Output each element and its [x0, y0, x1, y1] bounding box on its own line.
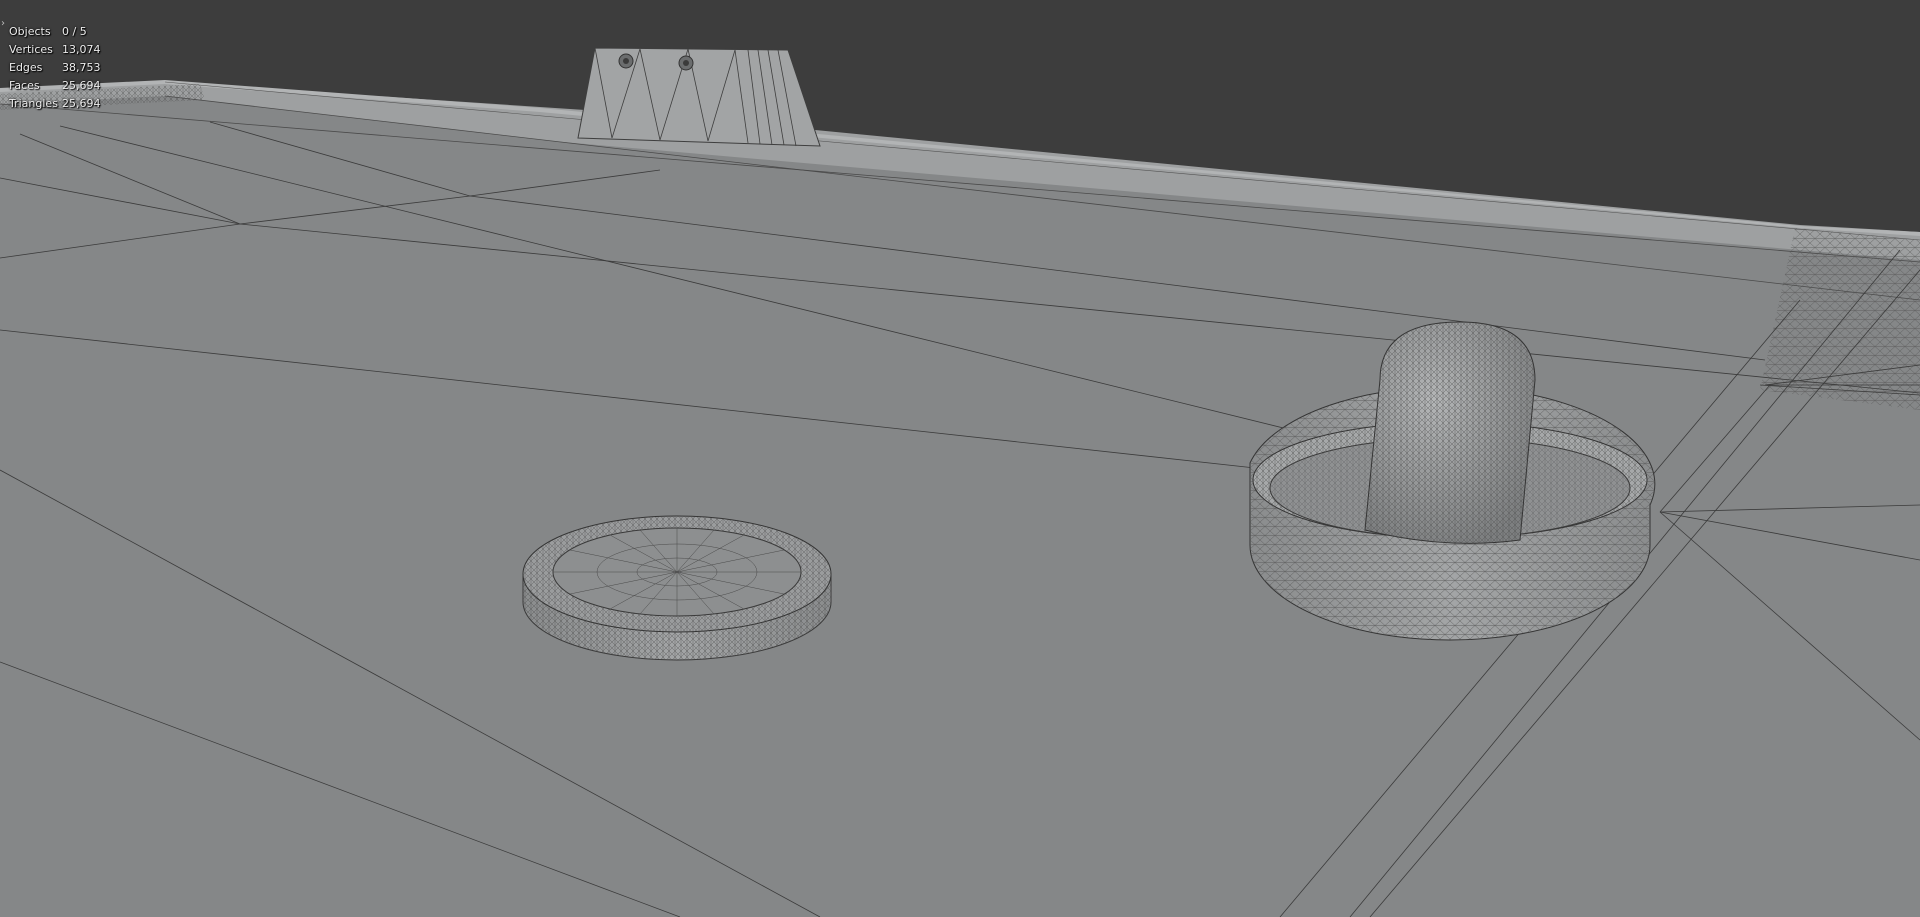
- puck: [522, 515, 832, 661]
- chevron-right-icon[interactable]: ›: [1, 19, 9, 29]
- 3d-viewport[interactable]: › Objects 0 / 5 Vertices 13,074 Edges 38…: [0, 0, 1920, 917]
- scene-render[interactable]: [0, 0, 1920, 917]
